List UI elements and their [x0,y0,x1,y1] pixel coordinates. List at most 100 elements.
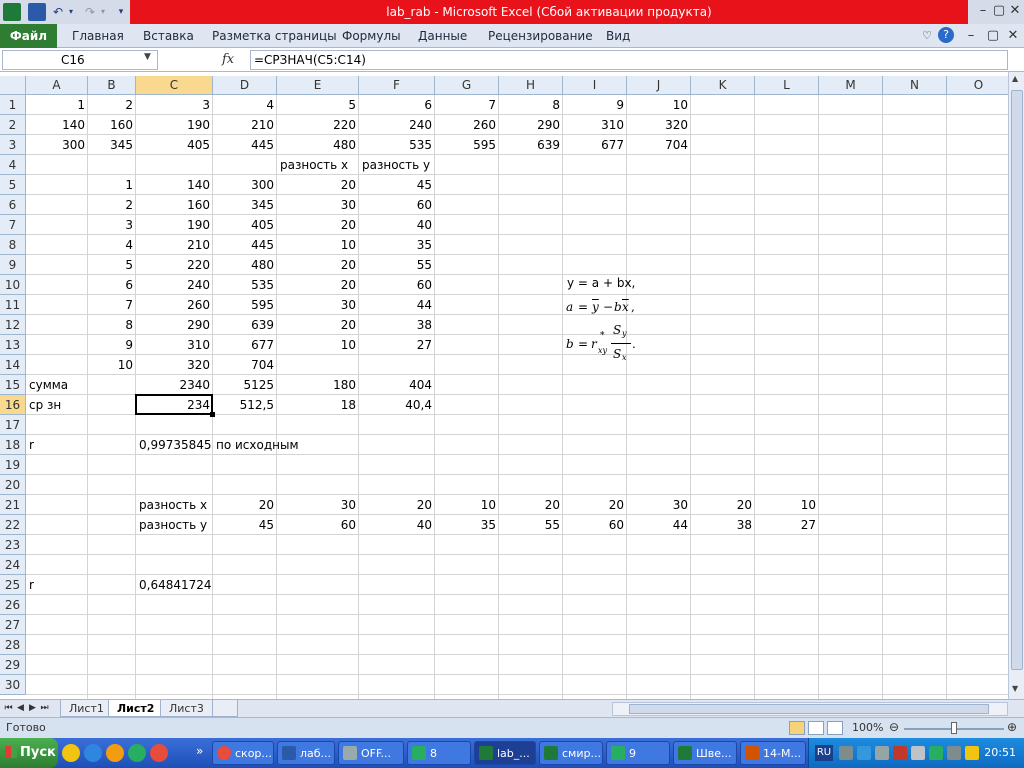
tray-icon-8[interactable] [965,746,979,760]
cell-A25[interactable]: r [26,575,88,595]
zoom-in-icon[interactable]: ⊕ [1007,720,1017,734]
cell-C9[interactable]: 220 [136,255,213,275]
quicklaunch-icon-4[interactable] [128,744,146,762]
first-sheet-icon[interactable]: ⏮ [3,701,14,716]
scroll-down-icon[interactable]: ▼ [1012,684,1018,693]
cell-F5[interactable]: 45 [359,175,435,195]
cell-F9[interactable]: 55 [359,255,435,275]
cell-L21[interactable]: 10 [755,495,819,515]
undo-dropdown-icon[interactable]: ▾ [67,3,75,21]
sheet-tab-2[interactable]: Лист2 [108,700,164,717]
cell-F15[interactable]: 404 [359,375,435,395]
next-sheet-icon[interactable]: ▶ [27,701,38,716]
cell-D16[interactable]: 512,5 [213,395,277,415]
cell-C12[interactable]: 290 [136,315,213,335]
cell-A2[interactable]: 140 [26,115,88,135]
cell-C11[interactable]: 260 [136,295,213,315]
task-chrome[interactable]: скор... [212,741,274,765]
cell-B6[interactable]: 2 [88,195,136,215]
cell-I2[interactable]: 310 [563,115,627,135]
ribbon-close-icon[interactable]: ✕ [1004,27,1022,45]
tray-icon-1[interactable] [839,746,853,760]
cell-F16[interactable]: 40,4 [359,395,435,415]
row-header[interactable]: 14 [0,355,26,375]
spreadsheet-grid[interactable]: ABCDEFGHIJKLMNO 1 2 3 4 5 6 7 8 9 10 11 12 13 14 15 16 1… [0,76,1008,699]
cell-C13[interactable]: 310 [136,335,213,355]
task-9[interactable]: 9 [606,741,670,765]
column-header[interactable]: L [755,76,819,95]
row-header[interactable]: 20 [0,475,26,495]
page-layout-view-icon[interactable] [808,721,824,735]
cell-F10[interactable]: 60 [359,275,435,295]
cell-B1[interactable]: 2 [88,95,136,115]
column-header[interactable]: O [947,76,1008,95]
cell-K21[interactable]: 20 [691,495,755,515]
sheet-tab-3[interactable]: Лист3 [160,700,213,717]
cell-F13[interactable]: 27 [359,335,435,355]
row-header[interactable]: 11 [0,295,26,315]
column-header[interactable]: D [213,76,277,95]
fill-handle[interactable] [210,412,215,417]
task-excel[interactable]: lab_... [474,741,536,765]
cell-D2[interactable]: 210 [213,115,277,135]
row-header[interactable]: 30 [0,675,26,695]
cell-F22[interactable]: 40 [359,515,435,535]
cell-K22[interactable]: 38 [691,515,755,535]
cell-E11[interactable]: 30 [277,295,359,315]
cell-D7[interactable]: 405 [213,215,277,235]
cell-J22[interactable]: 44 [627,515,691,535]
cell-E21[interactable]: 30 [277,495,359,515]
column-header[interactable]: E [277,76,359,95]
horizontal-scroll-thumb[interactable] [629,704,989,714]
row-header[interactable]: 18 [0,435,26,455]
redo-dropdown-icon[interactable]: ▾ [99,3,107,21]
column-header[interactable]: H [499,76,563,95]
last-sheet-icon[interactable]: ⏭ [39,701,50,716]
save-icon[interactable] [28,3,46,21]
prev-sheet-icon[interactable]: ◀ [15,701,26,716]
cell-C5[interactable]: 140 [136,175,213,195]
cell-E15[interactable]: 180 [277,375,359,395]
cell-C6[interactable]: 160 [136,195,213,215]
taskbar-overflow-icon[interactable]: » [196,744,203,758]
cell-G1[interactable]: 7 [435,95,499,115]
vertical-scrollbar[interactable]: ▲ ▼ [1008,72,1024,699]
cell-E13[interactable]: 10 [277,335,359,355]
cell-C8[interactable]: 210 [136,235,213,255]
cell-B8[interactable]: 4 [88,235,136,255]
cell-D18[interactable]: по исходным [213,435,299,455]
column-header[interactable]: N [883,76,947,95]
column-header[interactable]: I [563,76,627,95]
row-header[interactable]: 19 [0,455,26,475]
cell-B11[interactable]: 7 [88,295,136,315]
cell-I22[interactable]: 60 [563,515,627,535]
row-header[interactable]: 23 [0,535,26,555]
zoom-level[interactable]: 100% [852,721,883,734]
row-header[interactable]: 10 [0,275,26,295]
normal-view-icon[interactable] [789,721,805,735]
row-header[interactable]: 7 [0,215,26,235]
name-box[interactable]: C16 [2,50,158,70]
row-header[interactable]: 4 [0,155,26,175]
select-all-corner[interactable] [0,76,26,95]
cell-B10[interactable]: 6 [88,275,136,295]
cell-A15[interactable]: сумма [26,375,88,395]
cell-B14[interactable]: 10 [88,355,136,375]
vertical-scroll-thumb[interactable] [1011,90,1023,670]
task-smir[interactable]: смир... [539,741,603,765]
cell-E9[interactable]: 20 [277,255,359,275]
cell-H1[interactable]: 8 [499,95,563,115]
cell-E5[interactable]: 20 [277,175,359,195]
column-header[interactable]: B [88,76,136,95]
cell-C18[interactable]: 0,99735845 [136,435,213,455]
row-header[interactable]: 5 [0,175,26,195]
quicklaunch-icon-1[interactable] [62,744,80,762]
help-icon[interactable]: ? [938,27,954,43]
cell-C21[interactable]: разность х [136,495,213,515]
cell-D3[interactable]: 445 [213,135,277,155]
undo-icon[interactable]: ↶ [50,3,66,21]
name-box-dropdown-icon[interactable]: ▼ [144,52,151,62]
column-header[interactable]: J [627,76,691,95]
horizontal-scrollbar[interactable] [612,702,1008,716]
row-header[interactable]: 29 [0,655,26,675]
